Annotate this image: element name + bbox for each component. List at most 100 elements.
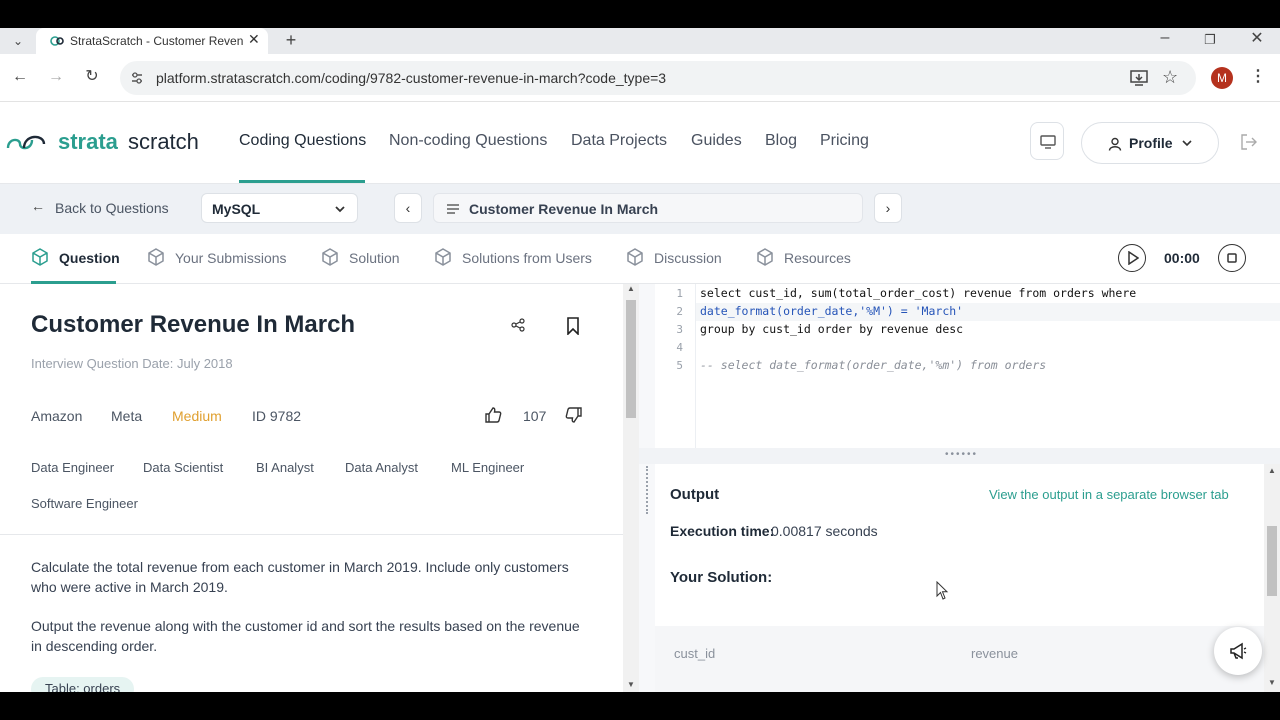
tab-resources[interactable]: Resources (784, 250, 851, 266)
logo-mark-icon (6, 135, 46, 150)
back-arrow-icon[interactable]: ← (10, 67, 30, 87)
tab-solutions-from-users[interactable]: Solutions from Users (462, 250, 592, 266)
question-title: Customer Revenue In March (31, 311, 356, 338)
line-number: 3 (676, 323, 683, 336)
restore-window-icon[interactable]: ❐ (1200, 30, 1220, 50)
site-settings-icon[interactable] (130, 71, 144, 85)
language-select[interactable]: MySQL (201, 193, 358, 223)
editor-output-resize-handle[interactable]: •••••• (639, 448, 1280, 464)
tab-solution[interactable]: Solution (349, 250, 400, 266)
browser-tab-bar: ⌄ StrataScratch - Customer Reven ✕ + – ❐… (0, 28, 1280, 54)
tab-list-chevron-icon[interactable]: ⌄ (8, 31, 28, 51)
company-tag[interactable]: Meta (111, 408, 142, 424)
cube-icon (627, 248, 643, 266)
tab-your-submissions[interactable]: Your Submissions (175, 250, 287, 266)
question-title-box[interactable]: Customer Revenue In March (433, 193, 863, 223)
list-icon (447, 204, 459, 214)
browser-toolbar: ← → ↻ platform.stratascratch.com/coding/… (0, 54, 1280, 102)
screen-mode-button[interactable] (1030, 122, 1064, 160)
logout-icon[interactable] (1240, 134, 1258, 150)
nav-guides[interactable]: Guides (691, 132, 742, 150)
question-subheader: ← Back to Questions MySQL ‹ Customer Rev… (0, 184, 1280, 234)
difficulty-badge: Medium (172, 408, 222, 424)
table-badge[interactable]: Table: orders (31, 677, 135, 692)
nav-blog[interactable]: Blog (765, 132, 797, 150)
nav-data-projects[interactable]: Data Projects (571, 132, 667, 150)
nav-pricing[interactable]: Pricing (820, 132, 869, 150)
code-editor[interactable]: 1 2 3 4 5 select cust_id, sum(total_orde… (655, 284, 1280, 448)
browser-tab[interactable]: StrataScratch - Customer Reven ✕ (36, 28, 268, 54)
bookmark-icon[interactable] (566, 317, 580, 335)
previous-question-button[interactable]: ‹ (394, 193, 422, 223)
url-text: platform.stratascratch.com/coding/9782-c… (156, 70, 667, 86)
browser-tab-title: StrataScratch - Customer Reven (70, 34, 244, 48)
result-table-header: cust_id revenue (655, 626, 1264, 692)
company-tag[interactable]: Amazon (31, 408, 82, 424)
scrollbar-thumb[interactable] (1267, 526, 1277, 596)
forward-arrow-icon[interactable]: → (46, 67, 66, 87)
reload-icon[interactable]: ↻ (82, 67, 102, 87)
install-app-icon[interactable] (1130, 70, 1148, 86)
cube-icon (322, 248, 338, 266)
scrollbar-thumb[interactable] (626, 300, 636, 418)
resize-grip (646, 466, 648, 514)
run-timer-button[interactable] (1118, 244, 1146, 272)
scroll-down-arrow-icon[interactable]: ▼ (627, 680, 635, 689)
nav-non-coding-questions[interactable]: Non-coding Questions (389, 132, 547, 150)
stop-timer-button[interactable] (1218, 244, 1246, 272)
account-avatar[interactable]: M (1211, 67, 1233, 89)
close-window-icon[interactable]: ✕ (1247, 29, 1267, 49)
logo-text-scratch: scratch (128, 129, 199, 154)
divider (0, 534, 623, 535)
scroll-up-arrow-icon[interactable]: ▲ (627, 284, 635, 293)
cube-icon (435, 248, 451, 266)
scroll-up-arrow-icon[interactable]: ▲ (1268, 466, 1276, 475)
output-panel-scrollbar[interactable]: ▲ ▼ (1264, 464, 1280, 692)
site-header: strata scratch Coding Questions Non-codi… (0, 102, 1280, 184)
profile-button[interactable]: Profile (1081, 122, 1219, 164)
browser-menu-icon[interactable]: ⋮ (1248, 67, 1268, 87)
role-tag[interactable]: Data Engineer (31, 460, 114, 475)
role-tag[interactable]: ML Engineer (451, 460, 524, 475)
minimize-window-icon[interactable]: – (1155, 28, 1175, 48)
panel-resize-handle[interactable] (639, 284, 655, 692)
code-line: select cust_id, sum(total_order_cost) re… (700, 286, 1137, 300)
thumbs-up-icon[interactable] (484, 406, 502, 424)
cube-icon (32, 248, 48, 266)
column-header: revenue (971, 646, 1018, 661)
tab-close-icon[interactable]: ✕ (248, 31, 260, 48)
back-arrow-icon: ← (31, 198, 45, 214)
role-tag[interactable]: BI Analyst (256, 460, 314, 475)
url-bar[interactable]: platform.stratascratch.com/coding/9782-c… (120, 61, 1196, 95)
share-icon[interactable] (511, 318, 525, 332)
screenshot-frame: ⌄ StrataScratch - Customer Reven ✕ + – ❐… (0, 0, 1280, 720)
nav-coding-questions[interactable]: Coding Questions (239, 132, 366, 150)
role-tag[interactable]: Data Scientist (143, 460, 223, 475)
role-tag[interactable]: Software Engineer (31, 496, 138, 511)
tab-discussion[interactable]: Discussion (654, 250, 722, 266)
logo-text-strata: strata (58, 129, 118, 154)
question-panel-scrollbar[interactable]: ▲ ▼ (623, 284, 639, 692)
profile-label: Profile (1129, 135, 1173, 151)
bookmark-star-icon[interactable]: ☆ (1162, 67, 1178, 88)
megaphone-icon (1230, 642, 1247, 660)
execution-time-value: 0.00817 seconds (771, 523, 878, 539)
likes-count: 107 (523, 408, 547, 424)
code-line: group by cust_id order by revenue desc (700, 322, 964, 336)
new-tab-plus-icon[interactable]: + (281, 30, 301, 50)
cube-icon (757, 248, 773, 266)
chevron-left-icon: ‹ (405, 200, 411, 216)
question-id: ID 9782 (252, 408, 302, 424)
thumbs-down-icon[interactable] (565, 406, 583, 424)
view-output-separate-tab-link[interactable]: View the output in a separate browser ta… (989, 487, 1229, 502)
timer-value: 00:00 (1164, 250, 1200, 266)
role-tag[interactable]: Data Analyst (345, 460, 418, 475)
line-number: 4 (676, 341, 683, 354)
scroll-down-arrow-icon[interactable]: ▼ (1268, 678, 1276, 687)
next-question-button[interactable]: › (874, 193, 902, 223)
feedback-button[interactable] (1214, 627, 1262, 675)
question-title-label: Customer Revenue In March (469, 201, 659, 217)
tab-question[interactable]: Question (59, 250, 120, 266)
chevron-down-icon (1182, 140, 1192, 147)
stop-icon (1227, 253, 1237, 263)
